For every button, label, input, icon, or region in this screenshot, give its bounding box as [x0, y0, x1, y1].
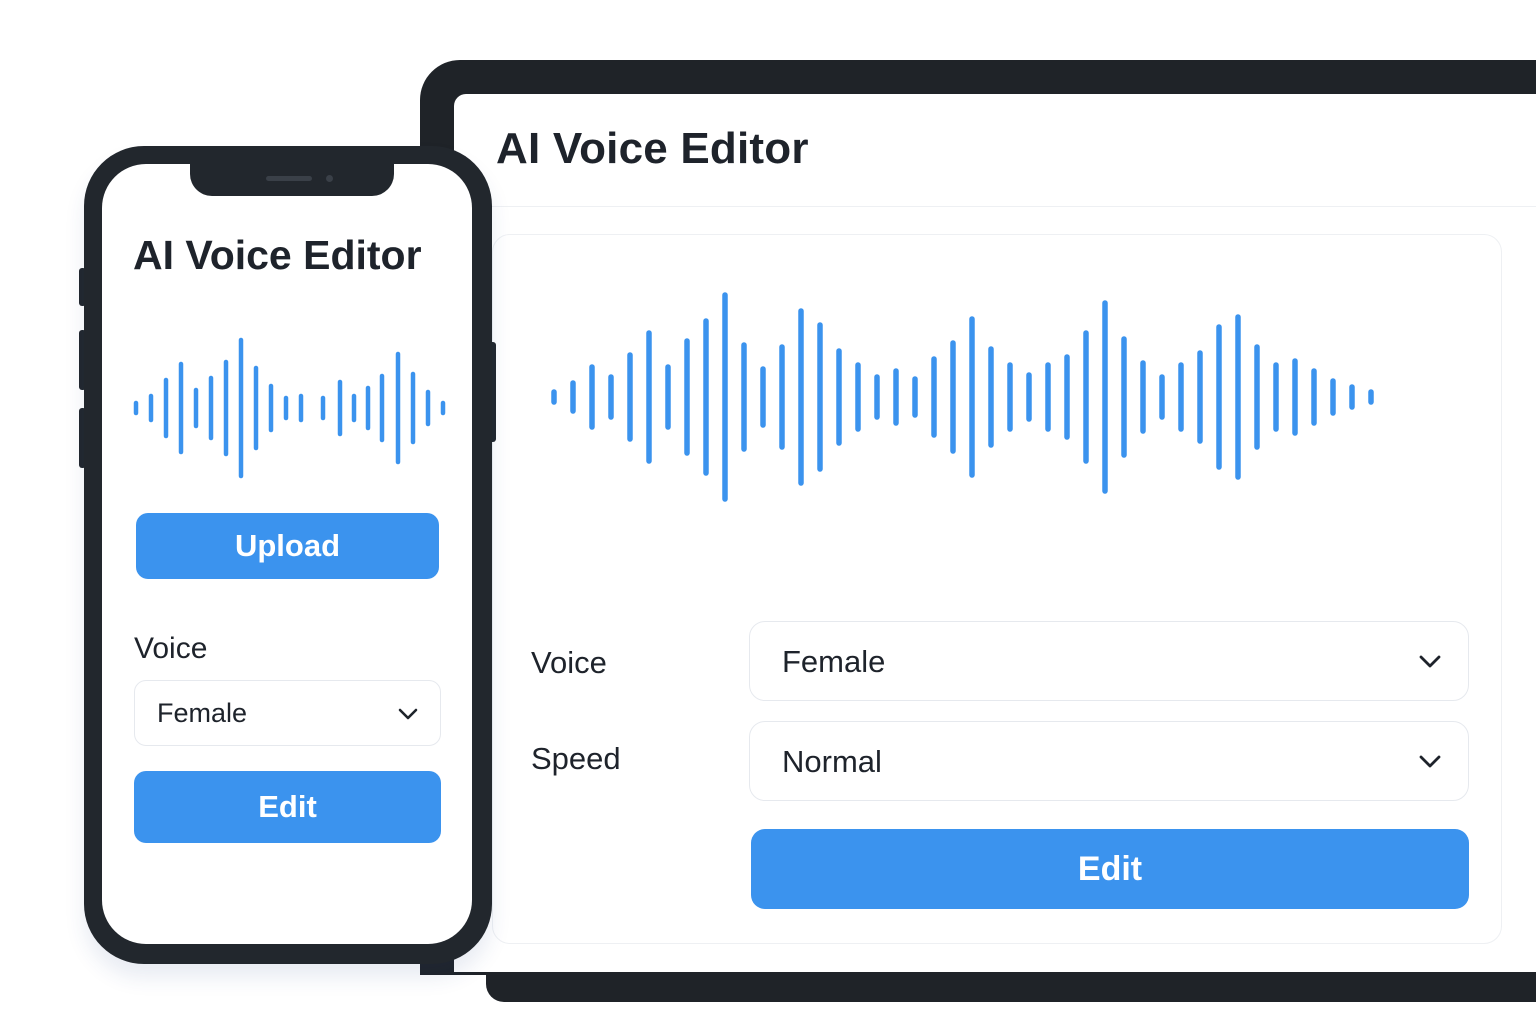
desktop-waveform-icon	[551, 292, 1374, 502]
voice-select-value: Female	[782, 644, 886, 679]
mobile-waveform-icon	[133, 337, 446, 479]
mobile-edit-button[interactable]: Edit	[134, 771, 441, 843]
mobile-app-screen: AI Voice Editor Upload Voice Female Edit	[102, 164, 472, 944]
speed-select[interactable]: Normal	[749, 721, 1469, 801]
chevron-down-icon	[398, 708, 418, 720]
mobile-voice-select[interactable]: Female	[134, 680, 441, 746]
speed-label: Speed	[531, 741, 621, 776]
desktop-app-window: AI Voice Editor Voice Female Speed Norma…	[454, 94, 1536, 972]
voice-select[interactable]: Female	[749, 621, 1469, 701]
chevron-down-icon	[1419, 755, 1441, 768]
speed-select-value: Normal	[782, 744, 882, 779]
mobile-voice-select-value: Female	[157, 698, 248, 728]
phone-camera	[326, 175, 333, 182]
desktop-edit-button[interactable]: Edit	[751, 829, 1469, 909]
chevron-down-icon	[1419, 655, 1441, 668]
voice-label: Voice	[531, 645, 607, 680]
mobile-page-title: AI Voice Editor	[133, 232, 422, 278]
mobile-voice-label: Voice	[134, 632, 208, 665]
desktop-header: AI Voice Editor	[454, 94, 1536, 207]
desktop-page-title: AI Voice Editor	[496, 124, 809, 173]
stage: AI Voice Editor Voice Female Speed Norma…	[0, 0, 1536, 1024]
laptop-base	[486, 970, 1536, 1002]
phone-notch	[190, 164, 394, 196]
phone-speaker	[266, 176, 312, 181]
desktop-editor-panel: Voice Female Speed Normal Edit	[492, 234, 1502, 944]
upload-button[interactable]: Upload	[136, 513, 439, 579]
